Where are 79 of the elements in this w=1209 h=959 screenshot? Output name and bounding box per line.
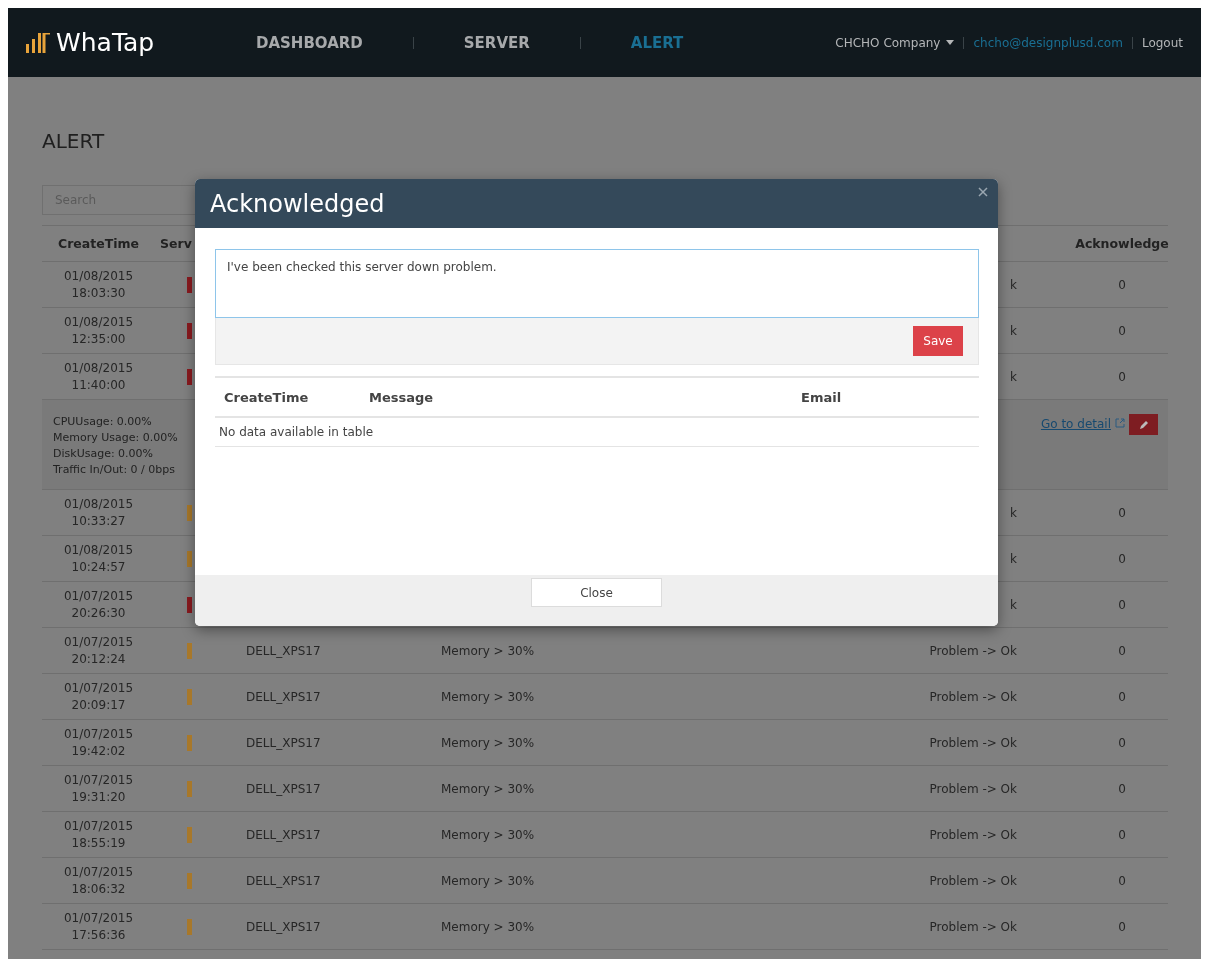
column-header: Serv xyxy=(159,236,192,251)
time-cell-text: 01/08/2015 10:33:27 xyxy=(62,495,135,530)
usage-text: Traffic In/Out: 0 / 0bps xyxy=(53,461,176,478)
company-dropdown[interactable]: CHCHO Company xyxy=(835,35,955,50)
status-cell-text: k xyxy=(1010,277,1018,292)
status-cell-text: k xyxy=(1010,597,1018,612)
usage-text: DiskUsage: 0.00% xyxy=(53,445,155,462)
status-cell-text: k xyxy=(1010,323,1018,338)
external-link-icon xyxy=(1115,418,1125,428)
status-cell-text: Problem -> Ok xyxy=(929,643,1018,658)
time-cell-text: 01/07/2015 19:31:20 xyxy=(62,771,135,806)
server-cell-text: DELL_XPS17 xyxy=(245,827,321,842)
status-cell-text: Problem -> Ok xyxy=(929,735,1018,750)
message-cell-text: Memory > 30% xyxy=(440,689,535,704)
column-header: CreateTime xyxy=(224,389,310,405)
acknowledge-cell: 0 xyxy=(1118,323,1126,338)
acknowledge-cell: 0 xyxy=(1118,643,1126,658)
acknowledge-cell: 0 xyxy=(1118,505,1126,520)
nav-tab[interactable]: SERVER xyxy=(463,33,530,52)
server-cell-text: DELL_XPS17 xyxy=(245,873,321,888)
time-cell-text: 01/07/2015 17:56:36 xyxy=(62,909,135,944)
acknowledge-cell: 0 xyxy=(1118,551,1126,566)
status-cell-text: Problem -> Ok xyxy=(929,919,1018,934)
usage-text: CPUUsage: 0.00% xyxy=(53,414,153,430)
message-cell-text: Memory > 30% xyxy=(440,827,535,842)
close-dialog-button[interactable]: Close xyxy=(531,578,662,607)
status-cell-text: k xyxy=(1010,551,1018,566)
acknowledge-cell: 0 xyxy=(1118,781,1126,796)
time-cell-text: 01/08/2015 18:03:30 xyxy=(62,267,135,302)
time-cell-text: 01/07/2015 20:26:30 xyxy=(62,587,135,622)
column-header: CreateTime xyxy=(58,236,139,251)
time-cell-text: 01/07/2015 20:12:24 xyxy=(62,633,135,668)
acknowledge-cell: 0 xyxy=(1118,735,1126,750)
message-cell-text: Memory > 30% xyxy=(440,873,535,888)
server-cell-text: DELL_XPS17 xyxy=(245,781,321,796)
column-header: Acknowledge xyxy=(1075,236,1169,251)
server-cell-text: DELL_XPS17 xyxy=(245,643,321,658)
status-cell-text: Problem -> Ok xyxy=(929,689,1018,704)
message-cell-text: Memory > 30% xyxy=(440,781,535,796)
time-cell-text: 01/08/2015 12:35:00 xyxy=(62,313,135,348)
message-cell-text: Memory > 30% xyxy=(440,735,535,750)
status-cell-text: Problem -> Ok xyxy=(929,781,1018,796)
server-cell-text: DELL_XPS17 xyxy=(245,919,321,934)
column-header: Message xyxy=(369,389,435,405)
time-cell-text: 01/07/2015 18:55:19 xyxy=(62,817,135,852)
status-cell-text: Problem -> Ok xyxy=(929,827,1018,842)
message-cell-text: Memory > 30% xyxy=(440,643,535,658)
column-header: Email xyxy=(801,389,843,405)
edit-button[interactable] xyxy=(1129,414,1158,435)
empty-message: No data available in table xyxy=(215,418,979,447)
usage-text: Memory Usage: 0.00% xyxy=(53,429,178,446)
acknowledge-cell: 0 xyxy=(1118,277,1126,292)
logout-link[interactable]: Logout xyxy=(1141,35,1183,50)
server-cell-text: DELL_XPS17 xyxy=(245,735,321,750)
caret-icon xyxy=(946,40,955,45)
pencil-icon xyxy=(1138,419,1149,430)
acknowledge-cell: 0 xyxy=(1118,873,1126,888)
server-cell-text: DELL_XPS17 xyxy=(245,689,321,704)
time-cell-text: 01/07/2015 18:06:32 xyxy=(62,863,135,898)
acknowledge-cell: 0 xyxy=(1118,369,1126,384)
time-cell-text: 01/08/2015 10:24:57 xyxy=(62,541,135,576)
page-title: ALERT xyxy=(42,129,106,155)
logo-text[interactable]: WhaTap xyxy=(56,28,155,57)
nav-tab[interactable]: DASHBOARD xyxy=(256,33,363,52)
acknowledge-cell: 0 xyxy=(1118,689,1126,704)
time-cell-text: 01/07/2015 20:09:17 xyxy=(62,679,135,714)
acknowledge-cell: 0 xyxy=(1118,827,1126,842)
time-cell-text: 01/08/2015 11:40:00 xyxy=(62,359,135,394)
close-icon xyxy=(978,187,988,197)
comment-field[interactable]: I've been checked this server down problem. xyxy=(215,249,979,318)
logo-bars-icon xyxy=(26,32,50,53)
acknowledge-cell: 0 xyxy=(1118,597,1126,612)
time-cell-text: 01/07/2015 19:42:02 xyxy=(62,725,135,760)
save-button[interactable]: Save xyxy=(913,326,963,356)
status-cell-text: Problem -> Ok xyxy=(929,873,1018,888)
status-cell-text: k xyxy=(1010,505,1018,520)
message-cell-text: Memory > 30% xyxy=(440,919,535,934)
acknowledge-cell: 0 xyxy=(1118,919,1126,934)
status-cell-text: k xyxy=(1010,369,1018,384)
